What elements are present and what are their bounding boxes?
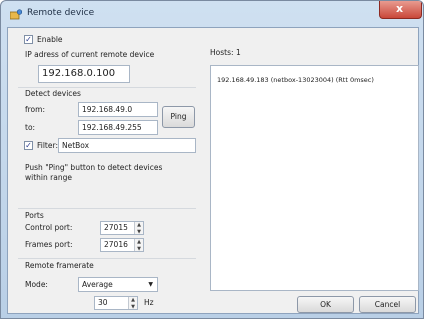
ping-hint-line1: Push "Ping" button to detect devices xyxy=(25,163,163,172)
ip-label: IP adress of current remote device xyxy=(25,50,155,59)
mode-label: Mode: xyxy=(25,280,48,289)
divider xyxy=(18,208,196,209)
mode-value: Average xyxy=(82,280,113,289)
close-icon: x xyxy=(396,2,404,15)
ok-button[interactable]: OK xyxy=(297,296,354,313)
divider xyxy=(18,87,196,88)
hosts-list[interactable]: 192.168.49.183 (netbox-13023004) (Rtt 0m… xyxy=(210,65,419,291)
ping-button[interactable]: Ping xyxy=(162,106,195,128)
check-icon: ✓ xyxy=(25,141,32,150)
filter-input[interactable]: NetBox xyxy=(58,138,196,153)
filter-label: Filter: xyxy=(37,141,58,150)
filter-checkbox[interactable]: ✓ xyxy=(24,141,33,150)
hz-unit-label: Hz xyxy=(144,298,154,307)
enable-label: Enable xyxy=(37,35,63,44)
check-icon: ✓ xyxy=(25,35,32,44)
divider xyxy=(18,258,196,259)
to-ip-input[interactable]: 192.168.49.255 xyxy=(78,120,158,135)
remote-device-window: Remote device x ✓ Enable IP adress of cu… xyxy=(0,0,424,319)
spin-arrows-icon[interactable]: ▲ ▼ xyxy=(128,297,137,309)
control-port-value: 27015 xyxy=(104,223,128,232)
enable-checkbox[interactable]: ✓ xyxy=(24,35,33,44)
hosts-label: Hosts: xyxy=(210,48,234,57)
to-label: to: xyxy=(25,123,36,132)
ping-hint-line2: within range xyxy=(25,173,72,182)
framerate-stepper[interactable]: 30 ▲ ▼ xyxy=(94,296,138,310)
mode-select[interactable]: Average ▼ xyxy=(78,277,158,292)
frames-port-stepper[interactable]: 27016 ▲ ▼ xyxy=(100,238,144,252)
hosts-count: 1 xyxy=(236,48,241,57)
control-port-label: Control port: xyxy=(25,223,73,232)
close-button[interactable]: x xyxy=(379,1,422,19)
frames-port-value: 27016 xyxy=(104,240,128,249)
ports-title: Ports xyxy=(25,211,44,220)
frames-port-label: Frames port: xyxy=(25,240,73,249)
ip-address-input[interactable]: 192.168.0.100 xyxy=(38,65,130,83)
from-ip-input[interactable]: 192.168.49.0 xyxy=(78,102,158,117)
dropdown-arrow-icon: ▼ xyxy=(148,281,153,288)
remote-framerate-title: Remote framerate xyxy=(25,261,94,270)
spin-arrows-icon[interactable]: ▲ ▼ xyxy=(134,222,143,234)
dialog-client: ✓ Enable IP adress of current remote dev… xyxy=(7,27,419,314)
title-bar[interactable]: Remote device x xyxy=(1,1,423,27)
window-title: Remote device xyxy=(27,8,95,18)
cancel-button[interactable]: Cancel xyxy=(359,296,416,313)
list-item[interactable]: 192.168.49.183 (netbox-13023004) (Rtt 0m… xyxy=(217,76,374,84)
framerate-value: 30 xyxy=(98,298,108,307)
spin-arrows-icon[interactable]: ▲ ▼ xyxy=(134,239,143,251)
from-label: from: xyxy=(25,105,45,114)
device-icon xyxy=(10,9,22,20)
detect-devices-title: Detect devices xyxy=(25,89,81,98)
control-port-stepper[interactable]: 27015 ▲ ▼ xyxy=(100,221,144,235)
